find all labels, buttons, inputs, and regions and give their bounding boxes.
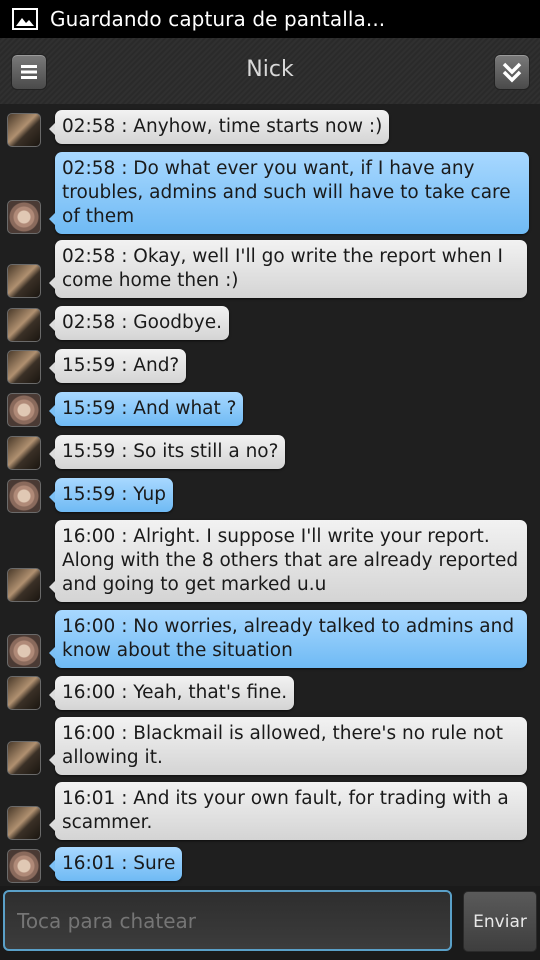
user-avatar[interactable] (7, 393, 41, 427)
contact-avatar[interactable] (7, 741, 41, 775)
message-bubble: 15:59 : So its still a no? (48, 435, 286, 469)
status-text: Guardando captura de pantalla... (50, 7, 386, 31)
user-avatar[interactable] (7, 200, 41, 234)
contact-avatar[interactable] (7, 264, 41, 298)
contact-avatar[interactable] (7, 568, 41, 602)
message-bubble: 16:00 : Yeah, that's fine. (48, 676, 295, 710)
message-bubble: 16:01 : Sure (48, 847, 183, 881)
message-bubble: 16:01 : And its your own fault, for trad… (49, 782, 527, 840)
message-list[interactable]: 02:58 : Anyhow, time starts now :) 02:58… (0, 104, 540, 886)
message-row: 16:01 : Sure (0, 847, 540, 883)
collapse-button[interactable] (494, 54, 530, 90)
double-chevron-down-icon (502, 62, 522, 83)
message-bubble: 02:58 : Goodbye. (49, 306, 229, 340)
message-row: 16:00 : Blackmail is allowed, there's no… (0, 717, 540, 775)
message-row: 16:00 : No worries, already talked to ad… (0, 610, 540, 668)
message-bubble: 02:58 : Do what ever you want, if I have… (49, 152, 529, 234)
chat-input[interactable] (3, 890, 452, 951)
message-row: 15:59 : And what ? (0, 392, 540, 428)
message-row: 15:59 : So its still a no? (0, 435, 540, 471)
send-button[interactable]: Enviar (463, 891, 537, 952)
message-row: 02:58 : Okay, well I'll go write the rep… (0, 240, 540, 298)
menu-button[interactable] (11, 54, 47, 90)
image-icon (12, 8, 38, 30)
message-row: 16:00 : Yeah, that's fine. (0, 676, 540, 712)
user-avatar[interactable] (7, 634, 41, 668)
message-row: 16:01 : And its your own fault, for trad… (0, 782, 540, 840)
message-row: 15:59 : And? (0, 349, 540, 385)
contact-avatar[interactable] (7, 350, 41, 384)
message-row: 02:58 : Do what ever you want, if I have… (0, 152, 540, 234)
user-avatar[interactable] (7, 849, 41, 883)
contact-avatar[interactable] (7, 436, 41, 470)
message-bubble: 02:58 : Anyhow, time starts now :) (48, 110, 390, 144)
contact-avatar[interactable] (7, 676, 41, 710)
page-title: Nick (246, 57, 294, 82)
message-row: 15:59 : Yup (0, 478, 540, 514)
message-bubble: 15:59 : Yup (49, 478, 173, 512)
message-bubble: 16:00 : No worries, already talked to ad… (49, 610, 527, 668)
message-bubble: 16:00 : Blackmail is allowed, there's no… (49, 717, 527, 775)
message-row: 02:58 : Anyhow, time starts now :) (0, 110, 540, 147)
message-bubble: 16:00 : Alright. I suppose I'll write yo… (49, 520, 527, 602)
chat-header: Nick (0, 38, 540, 105)
user-avatar[interactable] (7, 479, 41, 513)
message-bubble: 15:59 : And? (48, 349, 187, 383)
message-row: 16:00 : Alright. I suppose I'll write yo… (0, 520, 540, 604)
message-bubble: 15:59 : And what ? (48, 392, 244, 426)
composer-bar: Enviar (0, 886, 540, 960)
menu-icon (21, 65, 37, 79)
contact-avatar[interactable] (7, 308, 41, 342)
message-row: 02:58 : Goodbye. (0, 306, 540, 342)
message-bubble: 02:58 : Okay, well I'll go write the rep… (49, 240, 527, 298)
status-bar: Guardando captura de pantalla... (0, 0, 540, 38)
contact-avatar[interactable] (7, 806, 41, 840)
contact-avatar[interactable] (7, 113, 41, 147)
